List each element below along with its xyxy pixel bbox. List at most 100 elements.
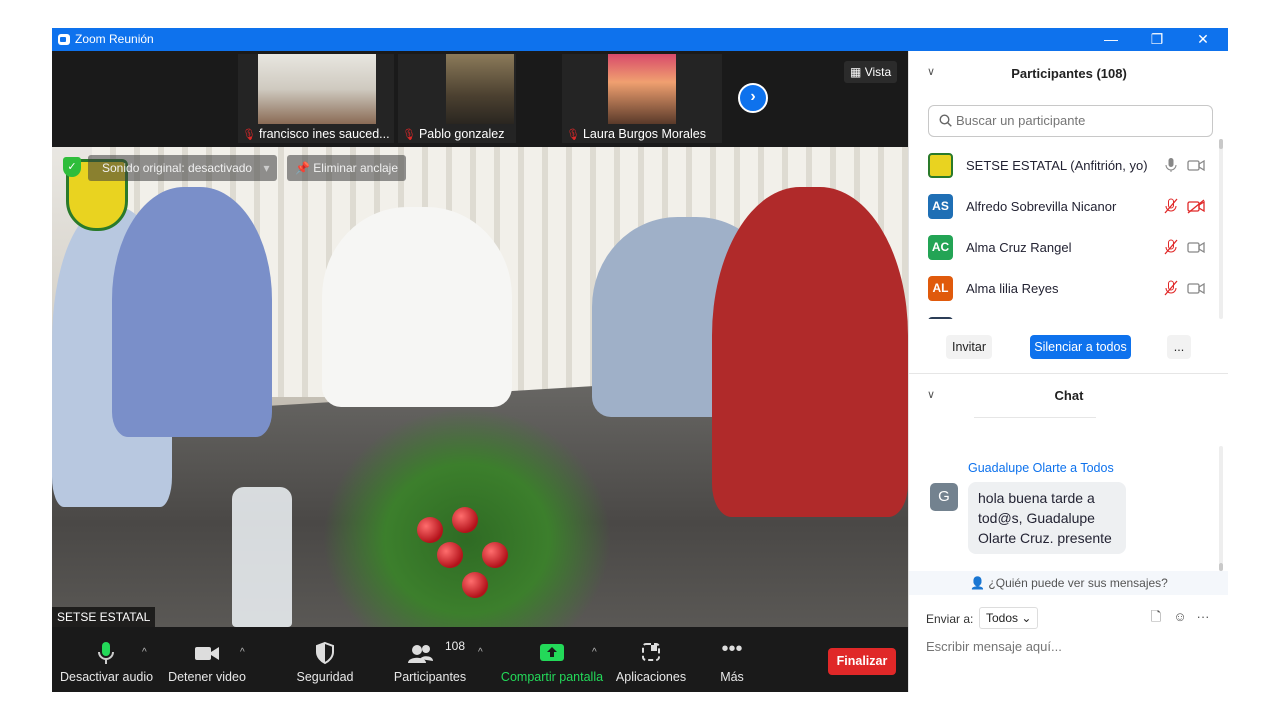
- participants-scrollbar-thumb[interactable]: [1219, 139, 1223, 149]
- chat-scrollbar-thumb[interactable]: [1219, 563, 1223, 571]
- video-feed: [258, 54, 376, 124]
- participant-row-partial[interactable]: [909, 309, 1219, 319]
- video-area: 🎙 francisco ines sauced... 🎙 Pablo gonzale…: [52, 51, 908, 692]
- mic-muted-icon: 🎙: [402, 129, 416, 141]
- microphone-muted-icon[interactable]: [1163, 239, 1179, 255]
- speaker-name-label: SETSE ESTATAL: [52, 607, 156, 627]
- minimize-button[interactable]: —: [1088, 28, 1134, 51]
- next-page-arrow-icon[interactable]: ›: [738, 83, 768, 113]
- search-input[interactable]: [956, 113, 1206, 128]
- chat-scrollbar-track[interactable]: [1219, 446, 1223, 564]
- participant-thumbnail[interactable]: 🎙 francisco ines sauced...: [238, 54, 394, 143]
- thumbnail-strip: 🎙 francisco ines sauced... 🎙 Pablo gonzale…: [52, 51, 908, 147]
- water-bottle: [232, 487, 292, 627]
- apps-button[interactable]: Aplicaciones: [612, 627, 690, 692]
- share-options-caret-icon[interactable]: ^: [592, 647, 597, 658]
- thumbnail-name-label: 🎙 francisco ines sauced...: [242, 127, 390, 141]
- person-lock-icon: 👤: [970, 576, 986, 590]
- chat-header: ∨ Chat: [909, 377, 1228, 417]
- chevron-down-icon: ⌄: [1021, 611, 1032, 625]
- view-button[interactable]: ▦ Vista: [844, 61, 898, 83]
- apps-icon: [612, 641, 690, 667]
- mute-all-button[interactable]: Silenciar a todos: [1030, 335, 1131, 359]
- participant-thumbnail[interactable]: 🎙 Laura Burgos Morales: [562, 54, 722, 143]
- stop-video-button[interactable]: Detener video: [164, 627, 250, 692]
- send-to-dropdown[interactable]: Todos ⌄: [979, 607, 1039, 629]
- chat-sender: Guadalupe Olarte a Todos: [968, 461, 1114, 475]
- video-camera-icon: [164, 641, 250, 667]
- file-icon[interactable]: 🗋: [1149, 610, 1163, 624]
- video-camera-icon[interactable]: [1187, 280, 1205, 296]
- participants-header: ∨ Participantes (108): [909, 51, 1228, 95]
- more-dots-icon: •••: [721, 638, 743, 660]
- avatar: AC: [928, 235, 953, 260]
- mute-audio-button[interactable]: Desactivar audio: [60, 627, 153, 692]
- video-off-icon[interactable]: [1187, 198, 1205, 214]
- video-feed: [446, 54, 514, 124]
- close-button[interactable]: ✕: [1180, 28, 1226, 51]
- participant-thumbnail[interactable]: 🎙 Pablo gonzalez: [398, 54, 516, 143]
- chevron-down-icon[interactable]: ▾: [263, 161, 269, 175]
- ornament: [417, 517, 443, 543]
- more-button[interactable]: ••• Más: [708, 627, 756, 692]
- mic-muted-icon: 🎙: [566, 129, 580, 141]
- person: [112, 187, 272, 437]
- zoom-window: Zoom Reunión — ❐ ✕ 🎙 francisco ines sauce…: [52, 28, 1228, 692]
- meeting-toolbar: Desactivar audio ^ Detener video ^ Segur…: [52, 627, 908, 692]
- chat-message: hola buena tarde a tod@s, Guadalupe Olar…: [968, 482, 1126, 554]
- message-input[interactable]: [926, 639, 1216, 654]
- avatar: AS: [928, 194, 953, 219]
- participants-more-button[interactable]: ...: [1167, 335, 1191, 359]
- participants-scrollbar-track[interactable]: [1219, 139, 1223, 319]
- security-shield-icon: ✓: [63, 157, 81, 177]
- microphone-muted-icon[interactable]: [1163, 198, 1179, 214]
- participants-options-caret-icon[interactable]: ^: [478, 647, 483, 658]
- ornament: [437, 542, 463, 568]
- share-screen-button[interactable]: Compartir pantalla: [498, 627, 606, 692]
- chat-avatar: G: [930, 483, 958, 511]
- invite-button[interactable]: Invitar: [946, 335, 992, 359]
- video-options-caret-icon[interactable]: ^: [240, 647, 245, 658]
- ornament: [462, 572, 488, 598]
- thumbnail-name-label: 🎙 Pablo gonzalez: [402, 127, 505, 141]
- participant-row[interactable]: SETSE ESTATAL (Anfitrión, yo): [909, 145, 1219, 186]
- thumbnail-name-label: 🎙 Laura Burgos Morales: [566, 127, 706, 141]
- grid-icon: ▦: [850, 65, 862, 79]
- video-feed: [608, 54, 676, 124]
- participants-title: Participantes (108): [1011, 66, 1127, 81]
- chat-more-button[interactable]: ···: [1196, 610, 1210, 624]
- share-screen-icon: [498, 641, 606, 667]
- zoom-app-icon: [58, 34, 70, 45]
- ornament: [482, 542, 508, 568]
- who-can-see-link[interactable]: 👤 ¿Quién puede ver sus mensajes?: [909, 571, 1228, 595]
- participant-search[interactable]: [928, 105, 1213, 137]
- participant-row[interactable]: AC Alma Cruz Rangel: [909, 227, 1219, 268]
- participant-row[interactable]: AL Alma lilia Reyes: [909, 268, 1219, 309]
- participants-button[interactable]: Participantes: [388, 627, 472, 692]
- title-bar: Zoom Reunión — ❐ ✕: [52, 28, 1228, 51]
- microphone-icon: [60, 641, 152, 667]
- video-camera-icon[interactable]: [1187, 157, 1205, 173]
- security-button[interactable]: Seguridad: [286, 627, 364, 692]
- participant-list: SETSE ESTATAL (Anfitrión, yo) AS Alfredo…: [909, 145, 1219, 319]
- window-title: Zoom Reunión: [75, 32, 154, 46]
- participants-count: 108: [445, 639, 466, 653]
- avatar: AL: [928, 276, 953, 301]
- emoji-icon[interactable]: ☺: [1173, 610, 1187, 624]
- participant-row[interactable]: AS Alfredo Sobrevilla Nicanor: [909, 186, 1219, 227]
- microphone-icon[interactable]: [1163, 157, 1179, 173]
- send-to-label: Enviar a:: [926, 612, 974, 626]
- end-meeting-button[interactable]: Finalizar: [828, 648, 896, 675]
- chat-title: Chat: [1054, 388, 1084, 403]
- restore-button[interactable]: ❐: [1134, 28, 1180, 51]
- unpin-button[interactable]: 📌 Eliminar anclaje: [287, 155, 406, 181]
- mic-muted-icon: 🎙: [242, 129, 256, 141]
- microphone-muted-icon[interactable]: [1163, 280, 1179, 296]
- divider: [909, 373, 1228, 374]
- shield-icon: [286, 641, 364, 667]
- person: [322, 207, 512, 407]
- video-camera-icon[interactable]: [1187, 239, 1205, 255]
- audio-options-caret-icon[interactable]: ^: [142, 647, 147, 658]
- original-sound-button[interactable]: Sonido original: desactivado ▾: [88, 155, 278, 181]
- divider: [974, 417, 1096, 418]
